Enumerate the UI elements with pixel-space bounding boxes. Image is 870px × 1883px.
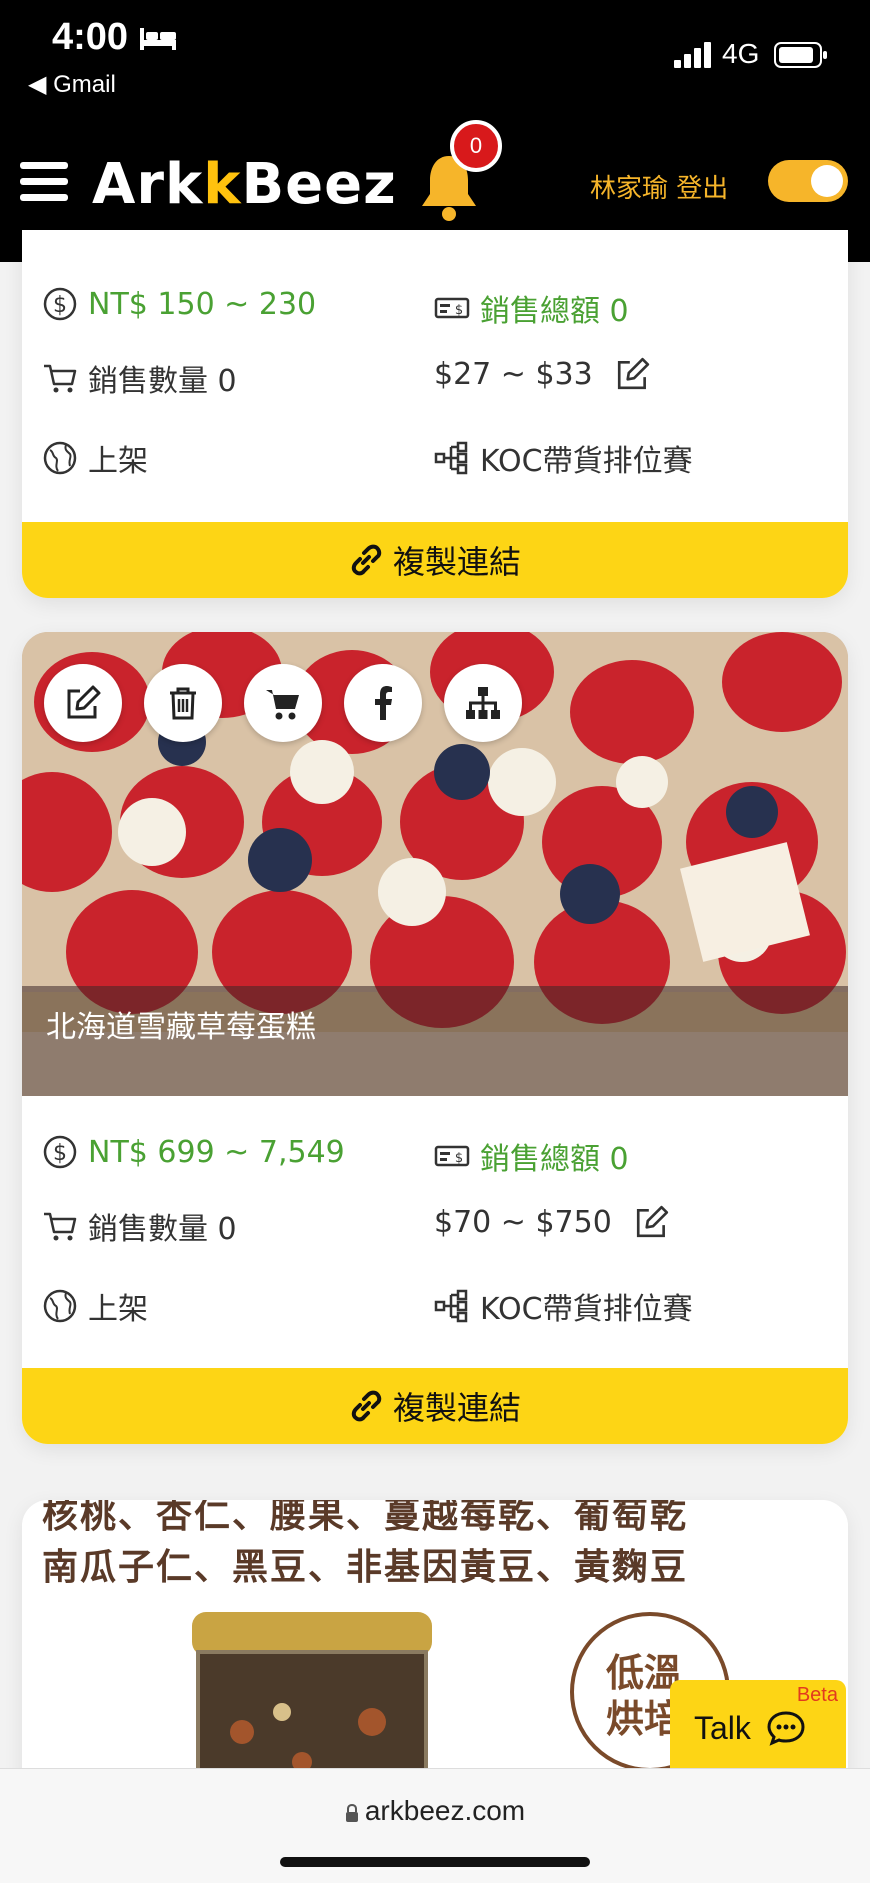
hamburger-menu-icon[interactable]: [20, 160, 68, 204]
commission-range: $27 ~ $33: [434, 356, 593, 392]
facebook-share-button[interactable]: [344, 664, 422, 742]
dollar-circle-icon: $: [43, 287, 77, 321]
clock: 4:00: [52, 16, 129, 58]
browser-address-bar[interactable]: arkbeez.com: [0, 1768, 870, 1883]
price-range-row: $ NT$ 150 ~ 230: [42, 286, 316, 322]
home-indicator[interactable]: [280, 1857, 590, 1867]
mode-toggle-switch[interactable]: [768, 160, 848, 202]
sitemap-icon: [434, 1289, 468, 1323]
edit-icon: [67, 685, 101, 719]
cash-icon: $: [434, 297, 470, 319]
price-range: NT$ 150 ~ 230: [88, 286, 317, 322]
copy-link-button[interactable]: 複製連結: [22, 522, 848, 598]
talk-label: Talk: [694, 1710, 751, 1746]
notification-count-badge: 0: [450, 120, 502, 172]
globe-icon: [43, 441, 77, 475]
image-text-line2: 南瓜子仁、黑豆、非基因黃豆、黃麴豆: [42, 1547, 689, 1588]
price-range-row: $ NT$ 699 ~ 7,549: [42, 1134, 345, 1170]
network-type: 4G: [722, 38, 760, 69]
sales-quantity: 銷售數量 0: [88, 1212, 237, 1247]
arkbeez-logo[interactable]: ArkkBeez: [92, 152, 397, 217]
copy-link-button[interactable]: 複製連結: [22, 1368, 848, 1444]
listing-status: 上架: [88, 1292, 148, 1327]
svg-text:$: $: [53, 293, 67, 318]
battery-icon: [774, 42, 827, 68]
logo-text-beez: Beez: [241, 152, 397, 217]
product-title: 北海道雪藏草莓蛋糕: [46, 1010, 316, 1045]
user-logout-link[interactable]: 林家瑜 登出: [590, 168, 728, 205]
commission-row: $27 ~ $33: [434, 356, 661, 392]
back-to-gmail-link[interactable]: ◀ Gmail: [28, 70, 116, 99]
image-text-line1: 核桃、杏仁、腰果、蔓越莓乾、葡萄乾: [42, 1500, 689, 1536]
sales-qty-row: 銷售數量 0: [42, 356, 237, 400]
logo-text-ark: Ark: [92, 152, 204, 217]
edit-commission-icon[interactable]: [634, 1204, 670, 1240]
total-sales: 銷售總額 0: [480, 294, 629, 329]
sleep-focus-icon: [140, 28, 176, 50]
status-row: 上架: [42, 1284, 148, 1328]
cellular-signal-icon: [674, 42, 711, 68]
link-icon: [351, 1390, 382, 1422]
url-display[interactable]: arkbeez.com: [0, 1795, 870, 1827]
total-sales: 銷售總額 0: [480, 1142, 629, 1177]
lock-icon: [345, 1803, 358, 1822]
edit-commission-icon[interactable]: [615, 356, 651, 392]
price-range: NT$ 699 ~ 7,549: [88, 1134, 345, 1170]
facebook-icon: [375, 686, 392, 720]
talk-chat-button[interactable]: Beta Talk: [670, 1680, 846, 1770]
affiliate-tree-button[interactable]: [444, 664, 522, 742]
campaign-row: KOC帶貨排位賽: [434, 436, 693, 480]
product-photo[interactable]: 北海道雪藏草莓蛋糕: [22, 632, 848, 1096]
campaign-name: KOC帶貨排位賽: [480, 1292, 693, 1327]
dollar-circle-icon: $: [43, 1135, 77, 1169]
sitemap-icon: [434, 441, 468, 475]
delete-button[interactable]: [144, 664, 222, 742]
trash-icon: [170, 687, 196, 720]
commission-range: $70 ~ $750: [434, 1204, 612, 1240]
sales-quantity: 銷售數量 0: [88, 364, 237, 399]
svg-text:$: $: [455, 1151, 463, 1166]
logo-text-k: k: [203, 152, 242, 217]
status-bar: 4:00 ◀ Gmail 4G: [0, 0, 870, 106]
total-sales-row: $ 銷售總額 0: [434, 286, 629, 330]
listing-status: 上架: [88, 444, 148, 479]
copy-link-label: 複製連結: [392, 543, 521, 581]
url-text: arkbeez.com: [364, 1795, 526, 1826]
product-card: 北海道雪藏草莓蛋糕 $ NT$ 699 ~ 7,549 $ 銷售總額 0 銷售數…: [22, 632, 848, 1444]
sitemap-icon: [466, 687, 500, 719]
cart-icon: [44, 364, 77, 393]
cash-icon: $: [434, 1145, 470, 1167]
total-sales-row: $ 銷售總額 0: [434, 1134, 629, 1178]
beta-badge: Beta: [796, 1684, 838, 1706]
cart-icon: [44, 1212, 77, 1241]
commission-row: $70 ~ $750: [434, 1204, 680, 1240]
status-row: 上架: [42, 436, 148, 480]
copy-link-label: 複製連結: [392, 1389, 521, 1427]
sales-qty-row: 銷售數量 0: [42, 1204, 237, 1248]
product-card: $ NT$ 150 ~ 230 $ 銷售總額 0 銷售數量 0 $27 ~ $3…: [22, 230, 848, 598]
campaign-row: KOC帶貨排位賽: [434, 1284, 693, 1328]
campaign-name: KOC帶貨排位賽: [480, 444, 693, 479]
svg-text:$: $: [53, 1141, 67, 1166]
edit-button[interactable]: [44, 664, 122, 742]
chat-bubble-icon: [767, 1711, 805, 1746]
shop-button[interactable]: [244, 664, 322, 742]
cart-icon: [266, 690, 299, 720]
globe-icon: [43, 1289, 77, 1323]
svg-text:$: $: [455, 303, 463, 318]
link-icon: [351, 544, 382, 576]
